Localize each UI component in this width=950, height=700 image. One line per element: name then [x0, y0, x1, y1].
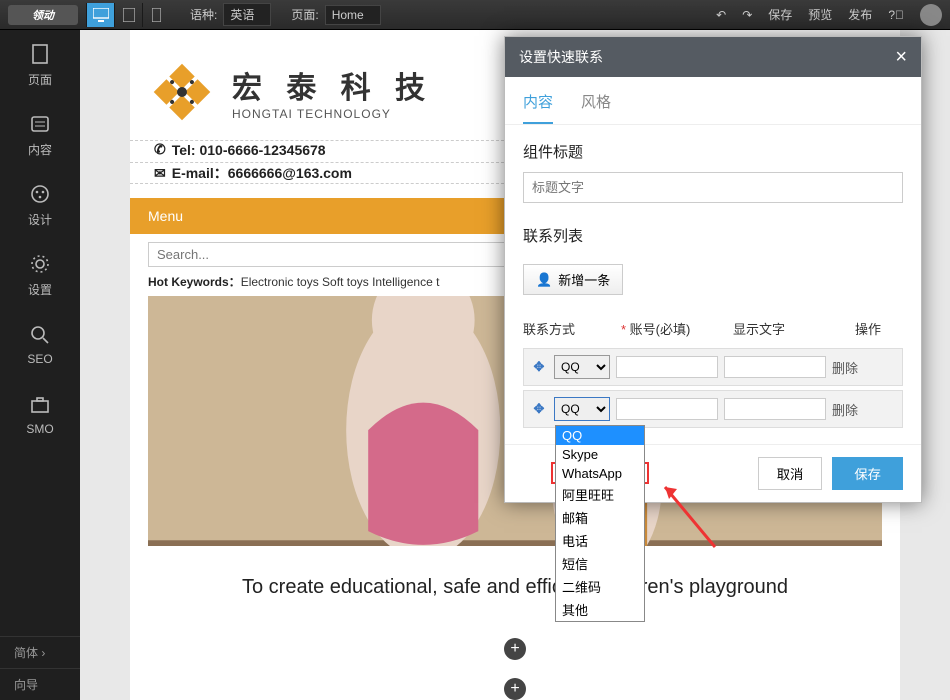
lang-select[interactable]: 英语	[223, 3, 271, 26]
sidebar-item-settings[interactable]: 设置	[0, 240, 80, 310]
preview-action[interactable]: 预览	[808, 6, 832, 23]
add-item-button[interactable]: 👤 新增一条	[523, 264, 623, 295]
add-section-button[interactable]: +	[504, 678, 526, 700]
contact-type-dropdown: QQ Skype WhatsApp 阿里旺旺 邮箱 电话 短信 二维码 其他	[555, 425, 645, 622]
sidebar-item-label: SEO	[27, 352, 52, 366]
device-tablet[interactable]	[114, 3, 142, 27]
left-sidebar: 页面 内容 设计 设置 SEO SMO 简体 › 向导	[0, 30, 80, 700]
palette-icon	[29, 183, 51, 205]
sidebar-item-label: 页面	[28, 71, 52, 88]
save-button[interactable]: 保存	[832, 457, 903, 490]
sidebar-lang-toggle[interactable]: 简体 ›	[0, 636, 80, 668]
device-desktop[interactable]	[86, 3, 114, 27]
cancel-button[interactable]: 取消	[758, 457, 823, 490]
drag-handle-icon[interactable]: ✥	[530, 359, 548, 375]
contact-type-select[interactable]: QQ	[554, 355, 610, 379]
content-icon	[29, 113, 51, 135]
account-input[interactable]	[616, 356, 718, 378]
redo-icon[interactable]: ↷	[742, 8, 752, 22]
display-text-input[interactable]	[724, 356, 826, 378]
sidebar-item-seo[interactable]: SEO	[0, 310, 80, 380]
close-icon[interactable]: ×	[895, 46, 907, 69]
gear-icon	[29, 253, 51, 275]
dialog-header: 设置快速联系 ×	[505, 37, 921, 77]
tablet-icon	[123, 8, 135, 22]
phone-icon	[152, 8, 161, 22]
contact-row: ✥ QQ 删除	[523, 390, 903, 428]
search-icon	[29, 324, 51, 346]
brand-title-en: HONGTAI TECHNOLOGY	[232, 107, 433, 121]
dropdown-option[interactable]: 阿里旺旺	[556, 483, 644, 506]
tab-content[interactable]: 内容	[523, 91, 553, 124]
sidebar-item-label: SMO	[26, 422, 53, 436]
person-plus-icon: 👤	[536, 272, 552, 288]
sidebar-item-content[interactable]: 内容	[0, 100, 80, 170]
section-list-label: 联系列表	[523, 225, 903, 246]
app-logo: 领动	[8, 5, 78, 25]
avatar[interactable]	[920, 4, 942, 26]
component-title-input[interactable]	[523, 172, 903, 203]
dialog-title: 设置快速联系	[519, 47, 603, 67]
arrow-annotation-icon	[655, 477, 725, 557]
brand-title-cn: 宏 泰 科 技	[232, 63, 433, 107]
page-label: 页面:	[291, 6, 318, 23]
email-icon: ✉	[154, 165, 166, 182]
help-icon[interactable]: ?⃝	[888, 8, 904, 22]
lang-label: 语种:	[190, 6, 217, 23]
briefcase-icon	[29, 394, 51, 416]
contact-row: ✥ QQ 删除	[523, 348, 903, 386]
top-bar: 领动 语种: 英语 页面: Home ↶ ↷ 保存 预览 发布 ?⃝	[0, 0, 950, 30]
dropdown-option[interactable]: 二维码	[556, 575, 644, 598]
sidebar-item-label: 设置	[28, 281, 52, 298]
contact-type-select[interactable]: QQ	[554, 397, 610, 421]
save-action[interactable]: 保存	[768, 6, 792, 23]
sidebar-item-label: 设计	[28, 211, 52, 228]
display-text-input[interactable]	[724, 398, 826, 420]
phone-icon: ✆	[154, 141, 166, 158]
sidebar-item-smo[interactable]: SMO	[0, 380, 80, 450]
dropdown-option[interactable]: QQ	[556, 426, 644, 445]
dropdown-option[interactable]: WhatsApp	[556, 464, 644, 483]
device-phone[interactable]	[142, 3, 170, 27]
sidebar-item-design[interactable]: 设计	[0, 170, 80, 240]
list-header: 联系方式 * 账号(必填) 显示文字 操作	[523, 313, 903, 344]
dropdown-option[interactable]: 其他	[556, 598, 644, 621]
account-input[interactable]	[616, 398, 718, 420]
dropdown-option[interactable]: 电话	[556, 529, 644, 552]
sidebar-item-page[interactable]: 页面	[0, 30, 80, 100]
dropdown-option[interactable]: 邮箱	[556, 506, 644, 529]
page-icon	[29, 43, 51, 65]
desktop-icon	[93, 8, 109, 22]
delete-row-button[interactable]: 删除	[832, 400, 858, 419]
section-title-label: 组件标题	[523, 141, 903, 162]
dropdown-option[interactable]: 短信	[556, 552, 644, 575]
page-select[interactable]: Home	[325, 5, 381, 25]
tab-style[interactable]: 风格	[581, 91, 611, 124]
quick-contact-dialog: 设置快速联系 × 内容 风格 组件标题 联系列表 👤 新增一条 联系方式 * 账…	[504, 36, 922, 503]
sidebar-item-label: 内容	[28, 141, 52, 158]
dropdown-option[interactable]: Skype	[556, 445, 644, 464]
site-tagline: To create educational, safe and efficien…	[130, 576, 900, 599]
drag-handle-icon[interactable]: ✥	[530, 401, 548, 417]
sidebar-guide[interactable]: 向导	[0, 668, 80, 700]
undo-icon[interactable]: ↶	[716, 8, 726, 22]
publish-action[interactable]: 发布	[848, 6, 872, 23]
device-switcher	[86, 3, 170, 27]
add-section-button[interactable]: +	[504, 638, 526, 660]
dialog-tabs: 内容 风格	[505, 77, 921, 125]
site-logo-icon	[150, 60, 214, 124]
delete-row-button[interactable]: 删除	[832, 358, 858, 377]
